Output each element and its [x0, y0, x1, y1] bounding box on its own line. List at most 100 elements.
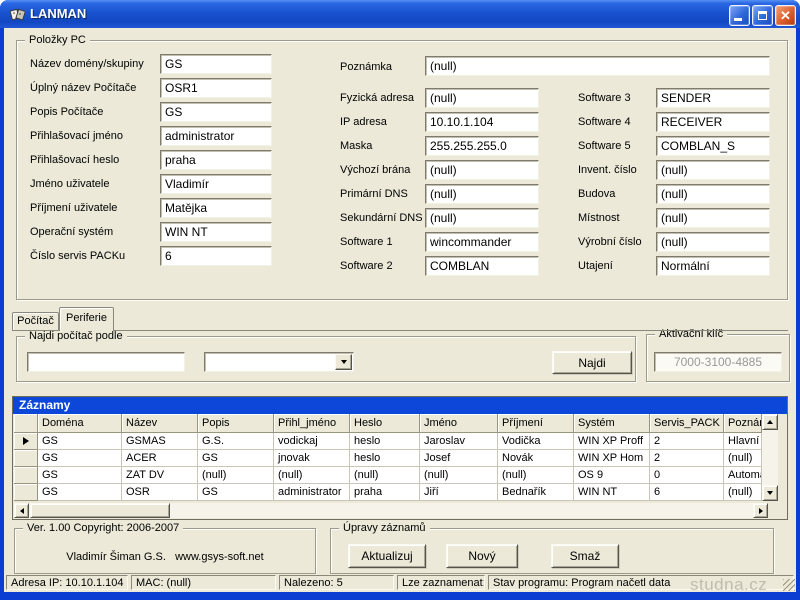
field-input[interactable] — [656, 136, 770, 156]
grid-header-cell[interactable]: Jméno — [420, 414, 498, 433]
grid-cell[interactable]: 0 — [650, 467, 724, 484]
field-input[interactable] — [425, 88, 539, 108]
grid-row[interactable]: GSOSRGSadministratorprahaJiříBednaříkWIN… — [14, 484, 762, 501]
field-input[interactable] — [656, 232, 770, 252]
field-input[interactable] — [656, 112, 770, 132]
scroll-left-button[interactable] — [14, 503, 29, 518]
grid-cell[interactable]: (null) — [350, 467, 420, 484]
field-input[interactable] — [160, 150, 272, 170]
grid-cell[interactable]: (null) — [420, 467, 498, 484]
grid-cell[interactable]: GS — [38, 450, 122, 467]
field-input[interactable] — [425, 184, 539, 204]
grid-cell[interactable]: Josef — [420, 450, 498, 467]
grid-cell[interactable]: 2 — [650, 433, 724, 450]
field-input[interactable] — [425, 232, 539, 252]
grid-cell[interactable]: (null) — [724, 450, 762, 467]
grid-cell[interactable]: Hlavní p — [724, 433, 762, 450]
minimize-button[interactable] — [729, 5, 750, 26]
row-selector[interactable] — [14, 484, 38, 501]
grid-header-cell[interactable]: Heslo — [350, 414, 420, 433]
grid-cell[interactable]: GSMAS — [122, 433, 198, 450]
grid-cell[interactable]: (null) — [198, 467, 274, 484]
grid-cell[interactable]: ACER — [122, 450, 198, 467]
najdi-button[interactable]: Najdi — [552, 351, 632, 374]
scroll-down-button[interactable] — [762, 485, 778, 501]
grid-cell[interactable]: GS — [198, 450, 274, 467]
grid-cell[interactable]: G.S. — [198, 433, 274, 450]
grid-header-cell[interactable]: Příjmení — [498, 414, 574, 433]
titlebar[interactable]: LANMAN ✕ — [0, 0, 800, 28]
grid-row[interactable]: GSGSMASG.S.vodickajhesloJaroslavVodičkaW… — [14, 433, 762, 450]
grid-cell[interactable]: WIN XP Proff — [574, 433, 650, 450]
grid-header-cell[interactable]: Systém — [574, 414, 650, 433]
grid-cell[interactable]: GS — [198, 484, 274, 501]
grid-cell[interactable]: administrator — [274, 484, 350, 501]
grid-header-cell[interactable]: Název — [122, 414, 198, 433]
grid-cell[interactable]: GS — [38, 467, 122, 484]
grid-cell[interactable]: GS — [38, 433, 122, 450]
update-button[interactable]: Aktualizuj — [348, 544, 426, 568]
field-input[interactable] — [425, 256, 539, 276]
field-input[interactable] — [656, 160, 770, 180]
new-button[interactable]: Nový — [446, 544, 518, 568]
grid-cell[interactable]: heslo — [350, 450, 420, 467]
combo-dropdown-button[interactable] — [335, 354, 352, 370]
grid-cell[interactable]: Vodička — [498, 433, 574, 450]
scroll-right-button[interactable] — [753, 503, 768, 518]
field-input[interactable] — [160, 126, 272, 146]
field-input[interactable] — [160, 222, 272, 242]
field-input[interactable] — [160, 246, 272, 266]
grid-cell[interactable]: OSR — [122, 484, 198, 501]
field-input[interactable] — [160, 78, 272, 98]
maximize-button[interactable] — [752, 5, 773, 26]
grid-cell[interactable]: Automat — [724, 467, 762, 484]
field-input[interactable] — [160, 174, 272, 194]
close-button[interactable]: ✕ — [775, 5, 796, 26]
grid-cell[interactable]: Novák — [498, 450, 574, 467]
grid-row[interactable]: GSACERGSjnovakhesloJosefNovákWIN XP Hom2… — [14, 450, 762, 467]
field-input[interactable] — [425, 208, 539, 228]
resize-grip[interactable] — [783, 579, 795, 591]
row-selector[interactable] — [14, 450, 38, 467]
field-input[interactable] — [656, 208, 770, 228]
grid-cell[interactable]: WIN NT — [574, 484, 650, 501]
search-combo[interactable] — [204, 352, 354, 372]
scroll-up-button[interactable] — [762, 414, 778, 430]
grid-cell[interactable]: 6 — [650, 484, 724, 501]
field-input[interactable] — [160, 102, 272, 122]
grid-cell[interactable]: (null) — [724, 484, 762, 501]
grid-cell[interactable]: OS 9 — [574, 467, 650, 484]
field-input[interactable] — [160, 54, 272, 74]
field-input[interactable] — [656, 88, 770, 108]
grid-cell[interactable]: (null) — [498, 467, 574, 484]
grid-cell[interactable]: jnovak — [274, 450, 350, 467]
row-selector[interactable] — [14, 433, 38, 450]
grid-cell[interactable]: 2 — [650, 450, 724, 467]
grid-header-cell[interactable]: Doména — [38, 414, 122, 433]
tab-periferie[interactable]: Periferie — [59, 307, 114, 331]
grid-cell[interactable]: Jiří — [420, 484, 498, 501]
field-input[interactable] — [656, 256, 770, 276]
grid-cell[interactable]: ZAT DV — [122, 467, 198, 484]
field-input[interactable] — [425, 136, 539, 156]
grid-header-cell[interactable]: Servis_PACK — [650, 414, 724, 433]
grid-cell[interactable]: (null) — [274, 467, 350, 484]
grid-cell[interactable]: praha — [350, 484, 420, 501]
note-field[interactable] — [425, 56, 770, 76]
grid-cell[interactable]: heslo — [350, 433, 420, 450]
hscroll-thumb[interactable] — [30, 503, 170, 518]
grid-header-cell[interactable]: Přihl_jméno — [274, 414, 350, 433]
field-input[interactable] — [656, 184, 770, 204]
field-input[interactable] — [425, 112, 539, 132]
grid-cell[interactable]: GS — [38, 484, 122, 501]
tab-pocitac[interactable]: Počítač — [12, 312, 59, 330]
grid-row[interactable]: GSZAT DV(null)(null)(null)(null)(null)OS… — [14, 467, 762, 484]
grid-header-cell[interactable]: Poznámka — [724, 414, 762, 433]
grid-cell[interactable]: WIN XP Hom — [574, 450, 650, 467]
grid-cell[interactable]: vodickaj — [274, 433, 350, 450]
field-input[interactable] — [160, 198, 272, 218]
grid-cell[interactable]: Jaroslav — [420, 433, 498, 450]
grid-header-cell[interactable]: Popis — [198, 414, 274, 433]
field-input[interactable] — [425, 160, 539, 180]
row-selector[interactable] — [14, 467, 38, 484]
